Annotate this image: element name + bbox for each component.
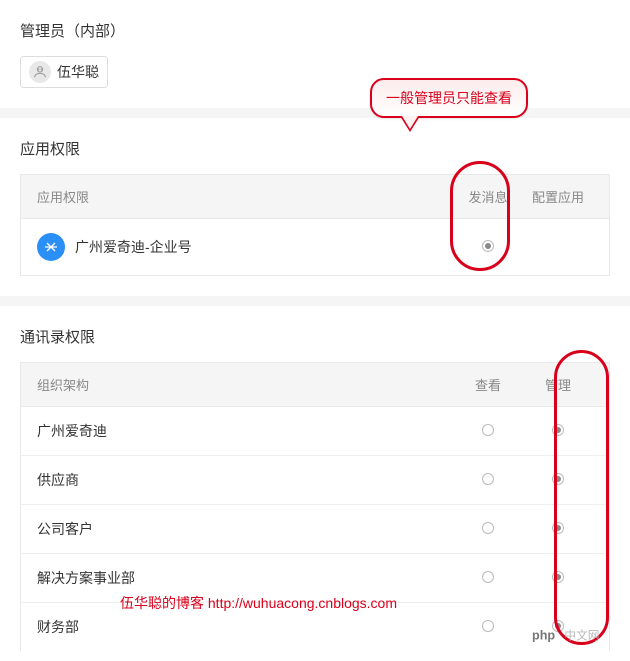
app-perm-header: 应用权限 发消息 配置应用 bbox=[21, 175, 609, 219]
radio-view[interactable] bbox=[482, 424, 494, 436]
contact-header-name: 组织架构 bbox=[37, 375, 453, 394]
table-row: 供应商 bbox=[21, 456, 609, 505]
contact-header-view: 查看 bbox=[453, 375, 523, 394]
radio-manage[interactable] bbox=[552, 473, 564, 485]
avatar-icon bbox=[29, 61, 51, 83]
app-perm-title: 应用权限 bbox=[20, 138, 610, 159]
app-row-name: 广州爱奇迪-企业号 bbox=[75, 237, 192, 257]
table-row: 广州爱奇迪-企业号 bbox=[21, 219, 609, 275]
app-perm-table: 应用权限 发消息 配置应用 广州爱奇迪-企业号 bbox=[20, 174, 610, 276]
admin-section-title: 管理员（内部） bbox=[20, 20, 610, 41]
contact-perm-title: 通讯录权限 bbox=[20, 326, 610, 347]
app-perm-header-config: 配置应用 bbox=[523, 187, 593, 206]
app-perm-section: 应用权限 应用权限 发消息 配置应用 广州爱奇迪-企业号 bbox=[0, 118, 630, 296]
radio-manage[interactable] bbox=[552, 424, 564, 436]
watermark-blog: 伍华聪的博客 http://wuhuacong.cnblogs.com bbox=[120, 593, 397, 613]
table-row: 公司客户 bbox=[21, 505, 609, 554]
app-perm-header-name: 应用权限 bbox=[37, 187, 453, 206]
radio-manage[interactable] bbox=[552, 571, 564, 583]
app-perm-header-send: 发消息 bbox=[453, 187, 523, 206]
radio-view[interactable] bbox=[482, 522, 494, 534]
radio-view[interactable] bbox=[482, 571, 494, 583]
app-icon bbox=[37, 233, 65, 261]
radio-view[interactable] bbox=[482, 473, 494, 485]
admin-user-name: 伍华聪 bbox=[57, 62, 99, 82]
org-row-name: 公司客户 bbox=[37, 519, 453, 539]
watermark-site: php 中文网 bbox=[532, 623, 622, 650]
admin-section: 管理员（内部） 伍华聪 bbox=[0, 0, 630, 108]
radio-manage[interactable] bbox=[552, 522, 564, 534]
org-row-name: 供应商 bbox=[37, 470, 453, 490]
svg-text:php: php bbox=[532, 629, 555, 643]
radio-send[interactable] bbox=[482, 240, 494, 252]
org-row-name: 广州爱奇迪 bbox=[37, 421, 453, 441]
svg-text:中文网: 中文网 bbox=[564, 629, 599, 643]
contact-header-manage: 管理 bbox=[523, 375, 593, 394]
contact-perm-header: 组织架构 查看 管理 bbox=[21, 363, 609, 407]
callout-annotation: 一般管理员只能查看 bbox=[370, 78, 528, 118]
table-row: 广州爱奇迪 bbox=[21, 407, 609, 456]
org-row-name: 解决方案事业部 bbox=[37, 568, 453, 588]
org-row-name: 财务部 bbox=[37, 617, 453, 637]
radio-view[interactable] bbox=[482, 620, 494, 632]
admin-user-badge[interactable]: 伍华聪 bbox=[20, 56, 108, 88]
callout-text: 一般管理员只能查看 bbox=[386, 90, 512, 106]
